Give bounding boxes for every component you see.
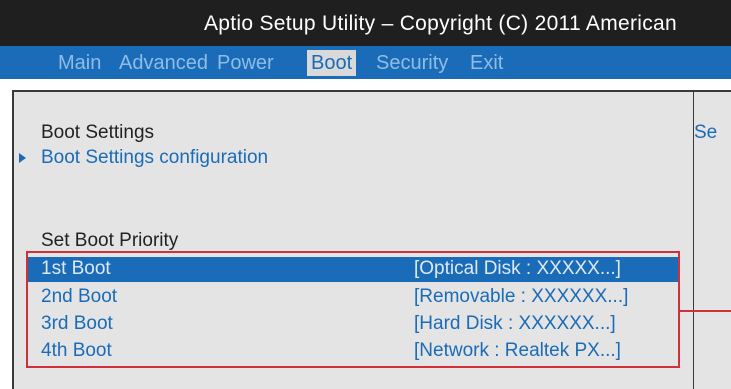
tab-power[interactable]: Power	[217, 50, 274, 76]
tab-boot[interactable]: Boot	[307, 50, 357, 76]
tab-exit[interactable]: Exit	[470, 50, 503, 76]
tab-advanced[interactable]: Advanced	[119, 50, 208, 76]
boot-priority-highlight-box	[26, 251, 680, 368]
tab-security[interactable]: Security	[376, 50, 448, 76]
tab-main[interactable]: Main	[58, 50, 101, 76]
section-heading: Boot Settings	[41, 122, 155, 143]
callout-line	[680, 310, 731, 312]
boot-settings-configuration-link[interactable]: Boot Settings configuration	[41, 147, 268, 169]
priority-heading: Set Boot Priority	[41, 230, 179, 251]
app-title: Aptio Setup Utility – Copyright (C) 2011…	[204, 12, 678, 35]
menu-bar: Main Advanced Power Boot Security Exit	[0, 46, 731, 79]
help-text: Se	[694, 122, 718, 143]
title-bar: Aptio Setup Utility – Copyright (C) 2011…	[0, 0, 731, 46]
submenu-arrow-icon	[19, 153, 26, 163]
